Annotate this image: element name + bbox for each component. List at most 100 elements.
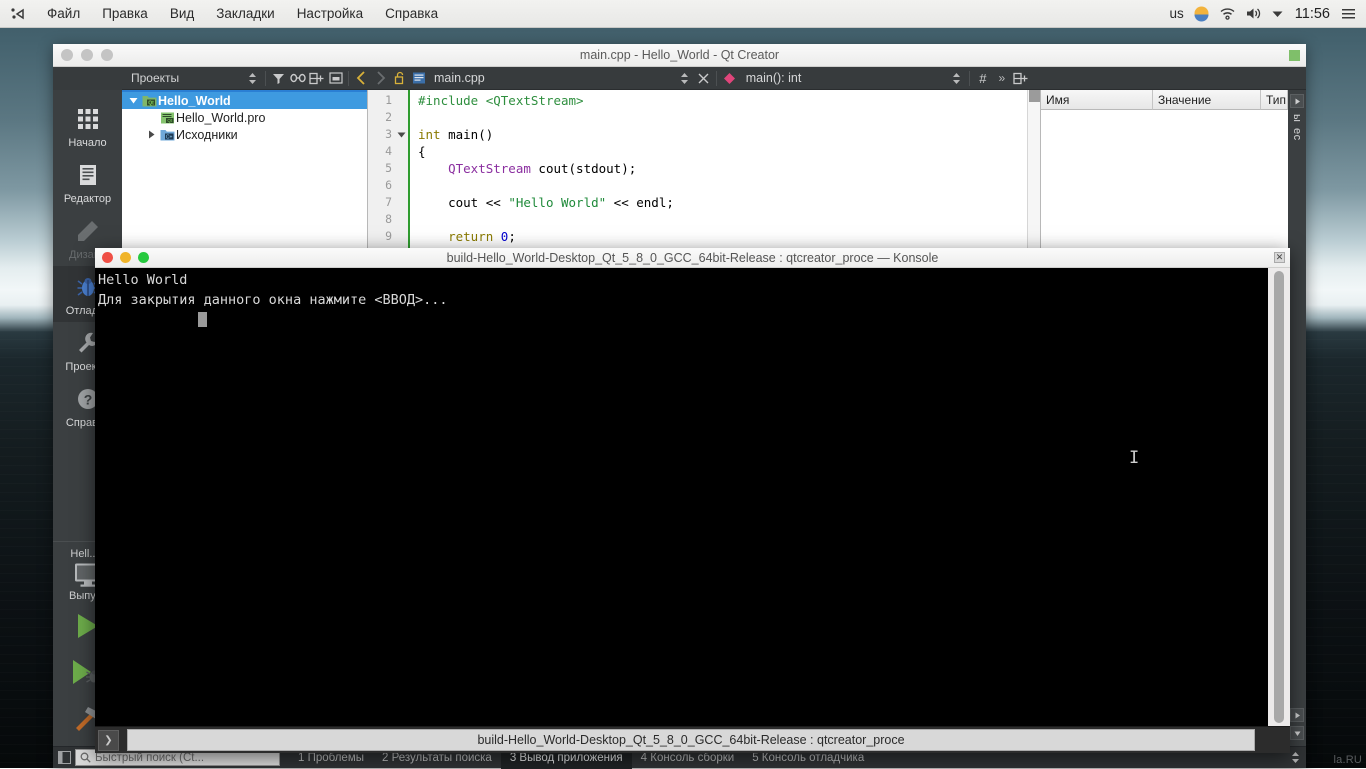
code-line: int main() <box>418 126 1027 143</box>
desktop-top-panel: Файл Правка Вид Закладки Настройка Справ… <box>0 0 1366 28</box>
right-edge-strip: ы ес <box>1288 90 1306 746</box>
unlock-icon[interactable] <box>390 67 409 90</box>
weather-sun-cloud-icon[interactable] <box>1193 5 1210 22</box>
tree-item-hello-world[interactable]: Qt Hello_World <box>122 92 367 109</box>
code-token: main() <box>441 127 494 142</box>
code-line: { <box>418 143 1027 160</box>
projects-selector-arrows-icon[interactable] <box>243 67 262 90</box>
volume-icon[interactable] <box>1245 6 1262 21</box>
expand-right-icon-2[interactable] <box>1290 708 1304 722</box>
toolbar-divider <box>265 71 266 86</box>
collapse-down-icon[interactable] <box>1290 726 1304 740</box>
expander-expanded-icon[interactable] <box>126 96 140 105</box>
chevron-down-icon[interactable] <box>1271 9 1284 19</box>
file-selector-arrows-icon[interactable] <box>675 67 694 90</box>
wifi-icon[interactable] <box>1219 6 1236 21</box>
code-token: "Hello World" <box>508 195 606 210</box>
keyboard-layout-indicator[interactable]: us <box>1170 6 1184 21</box>
search-placeholder: Быстрый поиск (Ct... <box>95 752 204 764</box>
tree-item-pro-file[interactable]: Qt Hello_World.pro <box>122 109 367 126</box>
system-tray: us 11:56 <box>1170 5 1366 22</box>
line-number-icon[interactable]: # <box>973 67 992 90</box>
tree-item-label: Исходники <box>176 128 238 142</box>
line-number: 4 <box>368 143 395 160</box>
nav-back-icon[interactable] <box>352 67 371 90</box>
qt-creator-titlebar[interactable]: main.cpp - Hello_World - Qt Creator <box>53 44 1306 67</box>
code-line: return 0; <box>418 228 1027 245</box>
link-icon[interactable] <box>288 67 307 90</box>
konsole-scrollbar-thumb[interactable] <box>1274 271 1284 723</box>
qt-creator-title: main.cpp - Hello_World - Qt Creator <box>53 48 1306 62</box>
menu-file[interactable]: Файл <box>36 0 91 28</box>
tree-item-sources[interactable]: C+ Исходники <box>122 126 367 143</box>
editor-scrollbar-thumb[interactable] <box>1029 90 1040 102</box>
column-header-name[interactable]: Имя <box>1041 90 1153 110</box>
nav-forward-icon[interactable] <box>371 67 390 90</box>
i-beam-cursor: I <box>1129 448 1139 468</box>
symbol-selector[interactable]: main(): int <box>739 71 802 85</box>
code-line <box>418 211 1027 228</box>
konsole-tab[interactable]: build-Hello_World-Desktop_Qt_5_8_0_GCC_6… <box>127 729 1255 751</box>
code-token: QTextStream <box>418 161 531 176</box>
expander-collapsed-icon[interactable] <box>144 130 158 139</box>
tab-scroll-right-icon[interactable]: ❯ <box>98 730 119 751</box>
column-header-value[interactable]: Значение <box>1153 90 1261 110</box>
close-icon[interactable] <box>694 67 713 90</box>
menu-help[interactable]: Справка <box>374 0 449 28</box>
konsole-output: Hello World Для закрытия данного окна на… <box>95 268 1268 726</box>
mode-welcome[interactable]: Начало <box>53 98 122 154</box>
sidebar-toggle-icon[interactable] <box>53 751 75 764</box>
svg-text:C+: C+ <box>165 134 172 140</box>
menu-bookmarks[interactable]: Закладки <box>205 0 285 28</box>
mode-edit[interactable]: Редактор <box>53 154 122 210</box>
code-line <box>418 177 1027 194</box>
clock[interactable]: 11:56 <box>1293 6 1332 22</box>
code-token: int <box>418 127 441 142</box>
qt-creator-toolbar: Проекты <box>53 67 1306 90</box>
projects-panel-selector[interactable]: Проекты <box>122 71 243 85</box>
right-strip-label-1[interactable]: ы <box>1291 114 1303 122</box>
menu-view[interactable]: Вид <box>159 0 205 28</box>
editor-file-selector[interactable]: main.cpp <box>428 71 485 85</box>
code-line <box>418 109 1027 126</box>
code-line: cout << "Hello World" << endl; <box>418 194 1027 211</box>
svg-text:Qt: Qt <box>148 100 154 106</box>
code-token: cout << <box>418 195 508 210</box>
line-number: 7 <box>368 194 395 211</box>
kde-launcher-icon[interactable] <box>0 5 36 23</box>
block-cursor <box>198 312 207 327</box>
konsole-scrollbar[interactable] <box>1268 268 1290 726</box>
tree-item-label: Hello_World <box>158 94 231 108</box>
toolbar-divider-3 <box>716 71 717 86</box>
split-editor-icon[interactable] <box>1011 67 1030 90</box>
right-strip-label-2[interactable]: ес <box>1291 128 1303 141</box>
pro-file-icon: Qt <box>158 111 176 125</box>
qt-project-icon: Qt <box>140 94 158 108</box>
konsole-titlebar[interactable]: build-Hello_World-Desktop_Qt_5_8_0_GCC_6… <box>95 248 1290 268</box>
expand-right-icon[interactable] <box>1290 94 1304 108</box>
symbol-selector-arrows-icon[interactable] <box>947 67 966 90</box>
code-token: #include <box>418 93 486 108</box>
column-header-type[interactable]: Тип <box>1261 90 1288 110</box>
toolbar-left-pad <box>53 67 122 90</box>
tree-item-label: Hello_World.pro <box>176 111 265 125</box>
fold-marker-icon[interactable] <box>395 126 408 143</box>
split-add-icon[interactable] <box>307 67 326 90</box>
menu-edit[interactable]: Правка <box>91 0 159 28</box>
code-token: return <box>448 229 493 244</box>
collapse-icon[interactable] <box>326 67 345 90</box>
konsole-window: build-Hello_World-Desktop_Qt_5_8_0_GCC_6… <box>95 248 1290 753</box>
sources-folder-icon: C+ <box>158 128 176 142</box>
symbol-diamond-icon <box>720 67 739 90</box>
cpp-file-icon <box>409 67 428 90</box>
hamburger-menu-icon[interactable] <box>1341 7 1356 20</box>
menu-settings[interactable]: Настройка <box>286 0 374 28</box>
konsole-terminal-area[interactable]: Hello World Для закрытия данного окна на… <box>95 268 1290 726</box>
filter-icon[interactable] <box>269 67 288 90</box>
line-number: 2 <box>368 109 395 126</box>
updown-arrows-icon[interactable] <box>1291 751 1306 764</box>
close-icon[interactable]: ✕ <box>1274 252 1285 263</box>
line-number: 3 <box>368 126 395 143</box>
konsole-title: build-Hello_World-Desktop_Qt_5_8_0_GCC_6… <box>95 251 1290 265</box>
overflow-icon[interactable]: » <box>992 67 1011 90</box>
